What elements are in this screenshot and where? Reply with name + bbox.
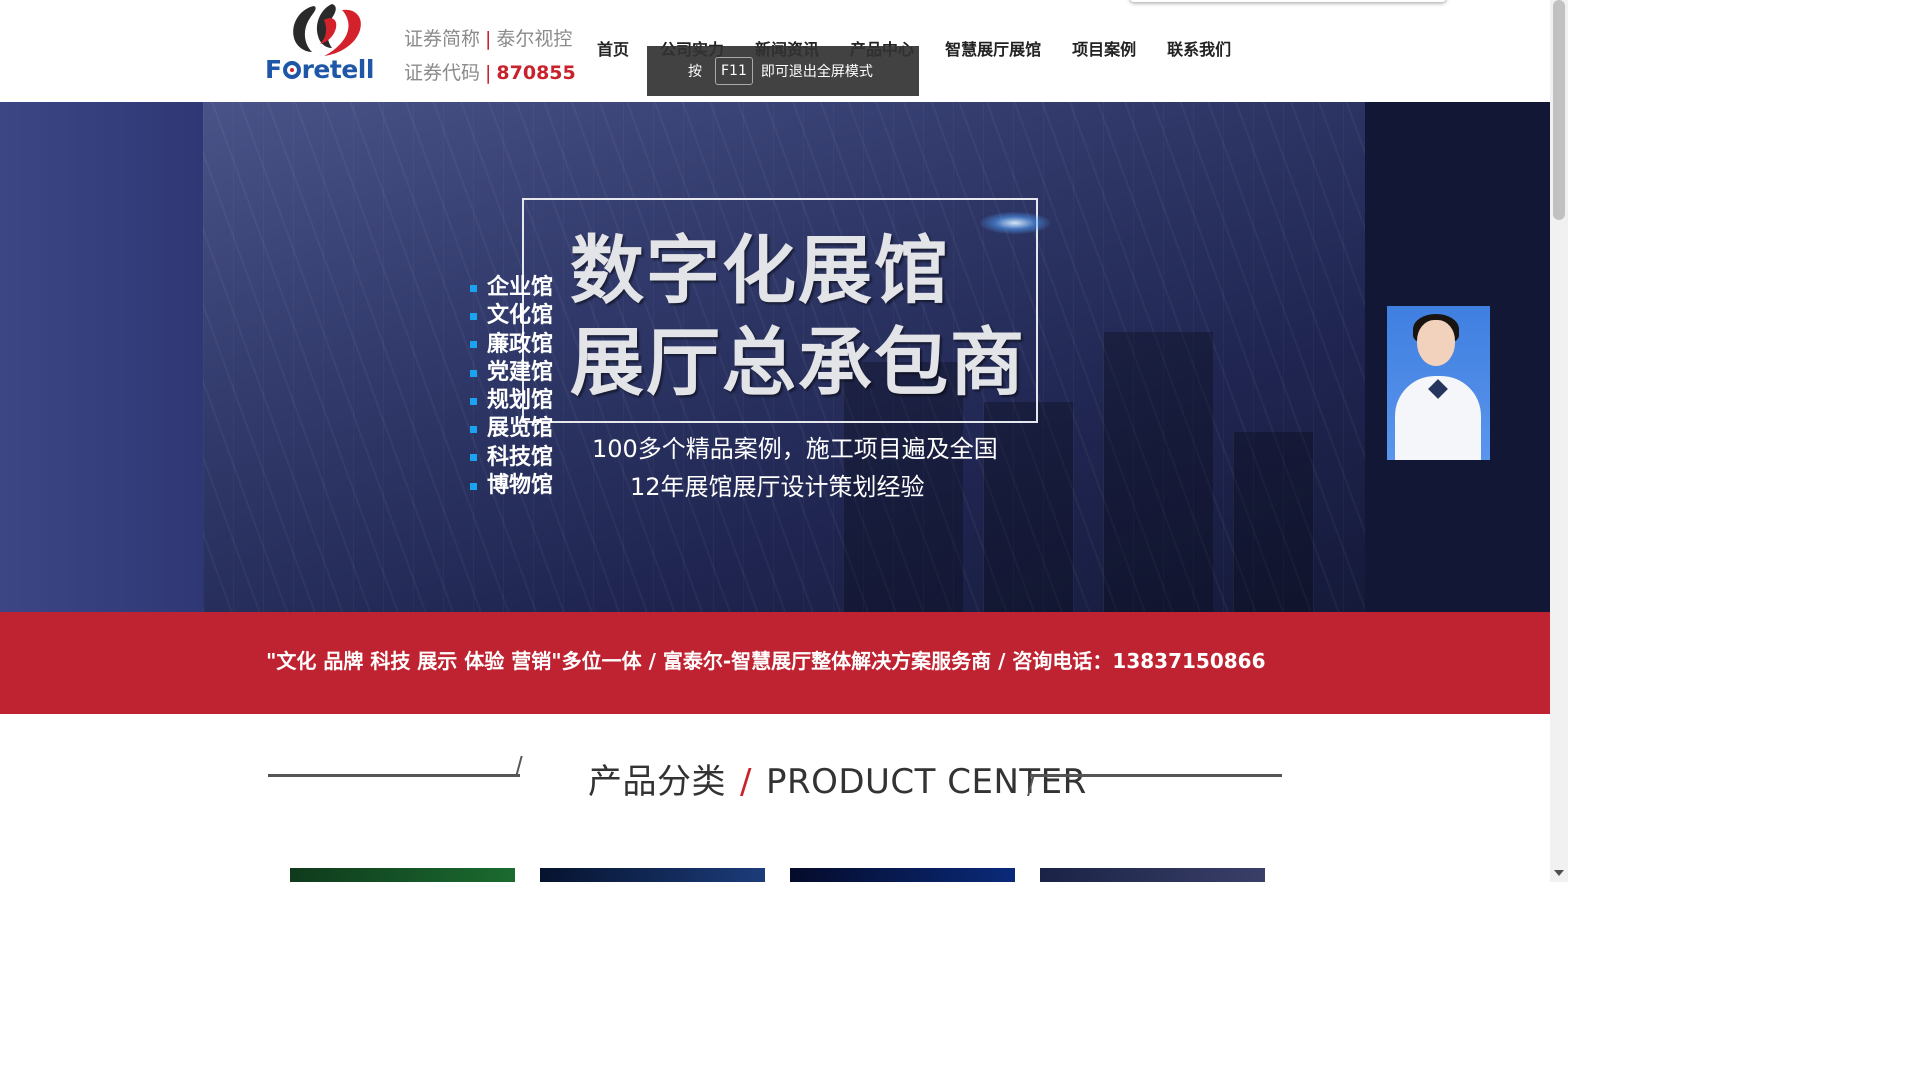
- headline-line-2: 展厅总承包商: [570, 320, 1026, 406]
- product-thumbnails: [290, 868, 1290, 882]
- headline-line-1: 数字化展馆: [570, 228, 950, 314]
- bullet-icon: [470, 482, 477, 490]
- bullet-icon: [470, 426, 477, 434]
- scroll-down-arrow-icon[interactable]: [1554, 870, 1564, 876]
- venue-item: 廉政馆: [470, 331, 553, 359]
- toast-suffix: 即可退出全屏模式: [760, 64, 873, 80]
- venue-list: 企业馆 文化馆 廉政馆 党建馆 规划馆 展览馆 科技馆 博物馆: [470, 274, 553, 500]
- stock-short-value: 泰尔视控: [496, 28, 573, 50]
- company-logo[interactable]: Fretell: [262, 0, 382, 90]
- nav-smart-exhibition[interactable]: 智慧展厅展馆: [945, 36, 1041, 60]
- venue-item: 企业馆: [470, 274, 553, 302]
- subline-1: 100多个精品案例，施工项目遍及全国: [592, 435, 998, 463]
- venue-item: 科技馆: [470, 444, 553, 472]
- nav-home[interactable]: 首页: [597, 36, 629, 60]
- scrollbar-thumb[interactable]: [1553, 0, 1565, 220]
- banner-subline: 100多个精品案例，施工项目遍及全国 12年展馆展厅设计策划经验: [592, 430, 998, 506]
- stock-code-label: 证券代码: [404, 62, 481, 84]
- logo-wordmark: Fretell: [265, 55, 374, 84]
- stock-short-row: 证券简称 | 泰尔视控: [404, 22, 576, 56]
- product-section-title: 产品分类 / PRODUCT CENTER: [588, 754, 1087, 803]
- title-cn: 产品分类: [588, 762, 726, 802]
- stock-code-row: 证券代码 | 870855: [404, 56, 576, 90]
- stock-code-value: 870855: [496, 62, 576, 84]
- venue-item: 规划馆: [470, 387, 553, 415]
- bullet-icon: [470, 341, 477, 349]
- slogan-strip: "文化 品牌 科技 展示 体验 营销"多位一体 / 富泰尔-智慧展厅整体解决方案…: [0, 612, 1550, 714]
- slogan-text: "文化 品牌 科技 展示 体验 营销"多位一体 / 富泰尔-智慧展厅整体解决方案…: [266, 649, 1266, 673]
- title-divider-left: [268, 774, 520, 777]
- stock-info: 证券简称 | 泰尔视控 证券代码 | 870855: [404, 22, 576, 90]
- bullet-icon: [470, 369, 477, 377]
- browser-top-bar-edge: [1130, 0, 1446, 2]
- venue-item: 文化馆: [470, 302, 553, 330]
- bullet-icon: [470, 397, 477, 405]
- nav-cases[interactable]: 项目案例: [1072, 36, 1136, 60]
- vertical-scrollbar[interactable]: [1550, 0, 1568, 882]
- product-thumbnail[interactable]: [1040, 868, 1265, 882]
- fullscreen-toast: 按 F11 即可退出全屏模式: [647, 46, 919, 96]
- title-en: PRODUCT CENTER: [765, 762, 1087, 802]
- customer-service-avatar[interactable]: [1387, 306, 1490, 460]
- banner-headline: 数字化展馆 展厅总承包商: [570, 225, 1026, 409]
- toast-prefix: 按: [688, 64, 702, 80]
- bullet-icon: [470, 454, 477, 462]
- product-thumbnail[interactable]: [290, 868, 515, 882]
- product-thumbnail[interactable]: [790, 868, 1015, 882]
- logo-mark-icon: [293, 4, 361, 56]
- stock-separator: |: [485, 62, 492, 84]
- bullet-icon: [470, 312, 477, 320]
- subline-2: 12年展馆展厅设计策划经验: [630, 473, 925, 501]
- product-thumbnail[interactable]: [540, 868, 765, 882]
- page: Fretell 证券简称|泰尔视控 证券代码|870855 首页 公司实力 新闻…: [0, 0, 1568, 882]
- title-slash: /: [740, 762, 752, 802]
- venue-item: 博物馆: [470, 472, 553, 500]
- hero-banner: 数字化展馆 展厅总承包商 企业馆 文化馆 廉政馆 党建馆 规划馆 展览馆 科技馆…: [0, 102, 1550, 612]
- f11-key: F11: [715, 57, 753, 85]
- stock-separator: |: [485, 28, 492, 50]
- venue-item: 展览馆: [470, 415, 553, 443]
- site-header: Fretell 证券简称|泰尔视控 证券代码|870855 首页 公司实力 新闻…: [0, 0, 1550, 102]
- bullet-icon: [470, 284, 477, 292]
- stock-short-label: 证券简称: [404, 28, 481, 50]
- nav-contact[interactable]: 联系我们: [1167, 36, 1231, 60]
- title-divider-right: [1030, 774, 1282, 777]
- venue-item: 党建馆: [470, 359, 553, 387]
